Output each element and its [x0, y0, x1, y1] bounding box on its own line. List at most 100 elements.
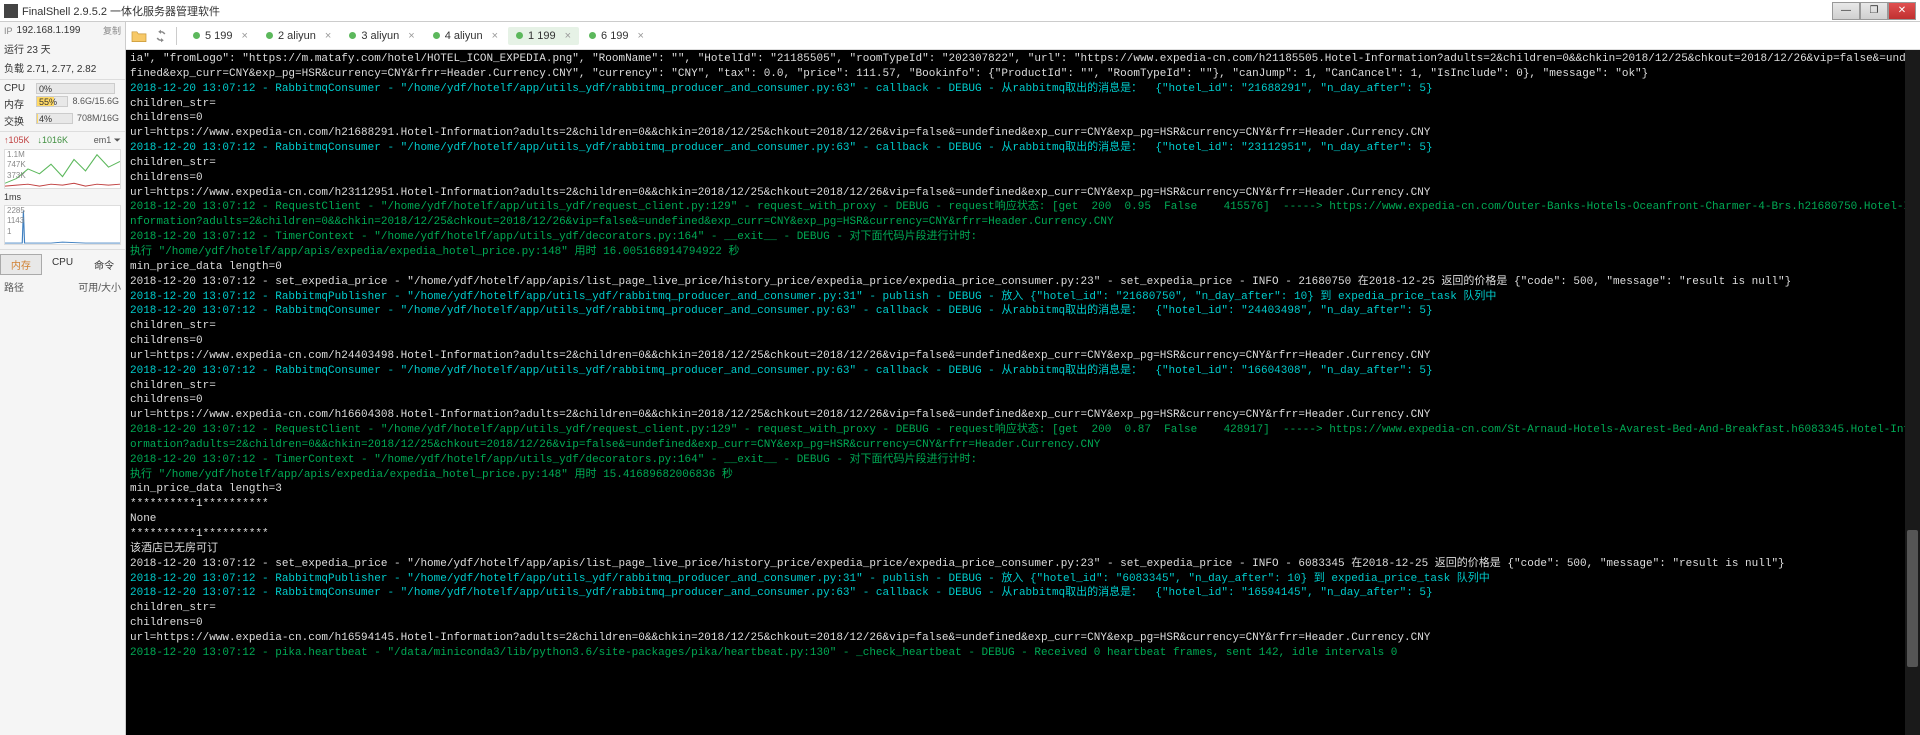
log-line: 2018-12-20 13:07:12 - set_expedia_price … [130, 275, 1916, 290]
status-dot-icon [589, 32, 596, 39]
log-line: children_str= [130, 379, 1916, 394]
log-line: childrens=0 [130, 616, 1916, 631]
log-line: url=https://www.expedia-cn.com/h21688291… [130, 126, 1916, 141]
log-line: 2018-12-20 13:07:12 - set_expedia_price … [130, 557, 1916, 572]
col-size: 可用/大小 [78, 279, 121, 294]
status-dot-icon [516, 32, 523, 39]
log-line: 2018-12-20 13:07:12 - RequestClient - "/… [130, 423, 1916, 453]
log-line: 2018-12-20 13:07:12 - RabbitmqConsumer -… [130, 82, 1916, 97]
status-dot-icon [433, 32, 440, 39]
terminal-output[interactable]: ia", "fromLogo": "https://m.matafy.com/h… [126, 50, 1920, 735]
log-line: url=https://www.expedia-cn.com/h24403498… [130, 349, 1916, 364]
log-line: children_str= [130, 601, 1916, 616]
sidebar: IP 192.168.1.199 复制 运行 23 天 负载 2.71, 2.7… [0, 22, 126, 735]
stat-bar: 0% [36, 83, 115, 94]
log-line: None [130, 512, 1916, 527]
latency-label: 1ms [4, 192, 21, 202]
log-line: children_str= [130, 156, 1916, 171]
log-line: **********1********** [130, 497, 1916, 512]
log-line: 2018-12-20 13:07:12 - RabbitmqConsumer -… [130, 141, 1916, 156]
log-line: url=https://www.expedia-cn.com/h16604308… [130, 408, 1916, 423]
log-line: childrens=0 [130, 334, 1916, 349]
log-line: 2018-12-20 13:07:12 - TimerContext - "/h… [130, 230, 1916, 245]
log-line: url=https://www.expedia-cn.com/h16594145… [130, 631, 1916, 646]
log-line: url=https://www.expedia-cn.com/h23112951… [130, 186, 1916, 201]
sidebar-tab-CPU[interactable]: CPU [42, 254, 84, 275]
log-line: childrens=0 [130, 111, 1916, 126]
log-line: 2018-12-20 13:07:12 - TimerContext - "/h… [130, 453, 1916, 468]
net-iface[interactable]: em1 ⏷ [94, 135, 121, 146]
tab-close-icon[interactable]: × [325, 30, 331, 42]
tab-close-icon[interactable]: × [242, 30, 248, 42]
col-path: 路径 [4, 279, 78, 294]
tab-label: 4 aliyun [445, 30, 483, 42]
session-tab[interactable]: 2 aliyun × [258, 27, 339, 45]
stat-right: 708M/16G [77, 113, 121, 128]
tab-label: 5 199 [205, 30, 233, 42]
log-line: **********1********** [130, 527, 1916, 542]
stat-right: 8.6G/15.6G [72, 96, 121, 111]
net-down: ↓1016K [38, 135, 69, 146]
log-line: children_str= [130, 97, 1916, 112]
status-dot-icon [266, 32, 273, 39]
log-line: min_price_data length=3 [130, 482, 1916, 497]
close-button[interactable]: ✕ [1888, 2, 1916, 20]
log-line: childrens=0 [130, 171, 1916, 186]
log-line: ia", "fromLogo": "https://m.matafy.com/h… [130, 52, 1916, 82]
copy-button[interactable]: 复制 [103, 24, 121, 37]
log-line: 2018-12-20 13:07:12 - pika.heartbeat - "… [130, 646, 1916, 661]
net-graph: 1.1M747K373K [4, 149, 121, 189]
net-up: ↑105K [4, 135, 30, 146]
status-dot-icon [193, 32, 200, 39]
ip-value: 192.168.1.199 [17, 25, 81, 36]
stat-bar: 55% [36, 96, 68, 107]
log-line: 2018-12-20 13:07:12 - RabbitmqPublisher … [130, 290, 1916, 305]
session-tab[interactable]: 6 199 × [581, 27, 652, 45]
tab-label: 2 aliyun [278, 30, 316, 42]
stat-label: 内存 [4, 96, 32, 111]
scrollbar-track[interactable] [1905, 50, 1920, 735]
tab-label: 1 199 [528, 30, 556, 42]
log-line: 2018-12-20 13:07:12 - RabbitmqConsumer -… [130, 304, 1916, 319]
tab-close-icon[interactable]: × [565, 30, 571, 42]
latency-graph: 228511431 [4, 205, 121, 245]
stat-right [119, 83, 121, 94]
uptime-text: 运行 23 天 [4, 41, 51, 56]
log-line: 执行 "/home/ydf/hotelf/app/apis/expedia/ex… [130, 245, 1916, 260]
scrollbar-thumb[interactable] [1907, 530, 1918, 667]
log-line: 2018-12-20 13:07:12 - RabbitmqPublisher … [130, 572, 1916, 587]
session-tab[interactable]: 3 aliyun × [341, 27, 422, 45]
tab-close-icon[interactable]: × [638, 30, 644, 42]
session-tab[interactable]: 4 aliyun × [425, 27, 506, 45]
sidebar-tab-命令[interactable]: 命令 [83, 254, 125, 275]
log-line: 2018-12-20 13:07:12 - RequestClient - "/… [130, 200, 1916, 230]
ip-label: IP [4, 26, 13, 36]
sidebar-tab-内存[interactable]: 内存 [0, 254, 42, 275]
sync-icon[interactable] [154, 29, 168, 43]
log-line: children_str= [130, 319, 1916, 334]
session-tab[interactable]: 1 199 × [508, 27, 579, 45]
folder-icon[interactable] [130, 29, 148, 43]
tab-close-icon[interactable]: × [408, 30, 414, 42]
window-title: FinalShell 2.9.5.2 一体化服务器管理软件 [22, 3, 220, 19]
status-dot-icon [349, 32, 356, 39]
tab-label: 3 aliyun [361, 30, 399, 42]
tab-close-icon[interactable]: × [492, 30, 498, 42]
maximize-button[interactable]: ❐ [1860, 2, 1888, 20]
stat-label: 交换 [4, 113, 32, 128]
window-titlebar: FinalShell 2.9.5.2 一体化服务器管理软件 — ❐ ✕ [0, 0, 1920, 22]
log-line: childrens=0 [130, 393, 1916, 408]
toolbar: 5 199×2 aliyun×3 aliyun×4 aliyun×1 199×6… [126, 22, 1920, 50]
stat-label: CPU [4, 83, 32, 94]
log-line: 该酒店已无房可订 [130, 542, 1916, 557]
minimize-button[interactable]: — [1832, 2, 1860, 20]
session-tab[interactable]: 5 199 × [185, 27, 256, 45]
log-line: 2018-12-20 13:07:12 - RabbitmqConsumer -… [130, 586, 1916, 601]
log-line: 执行 "/home/ydf/hotelf/app/apis/expedia/ex… [130, 468, 1916, 483]
tab-label: 6 199 [601, 30, 629, 42]
log-line: min_price_data length=0 [130, 260, 1916, 275]
load-text: 负载 2.71, 2.77, 2.82 [4, 60, 96, 75]
log-line: 2018-12-20 13:07:12 - RabbitmqConsumer -… [130, 364, 1916, 379]
app-icon [4, 4, 18, 18]
stat-bar: 4% [36, 113, 73, 124]
